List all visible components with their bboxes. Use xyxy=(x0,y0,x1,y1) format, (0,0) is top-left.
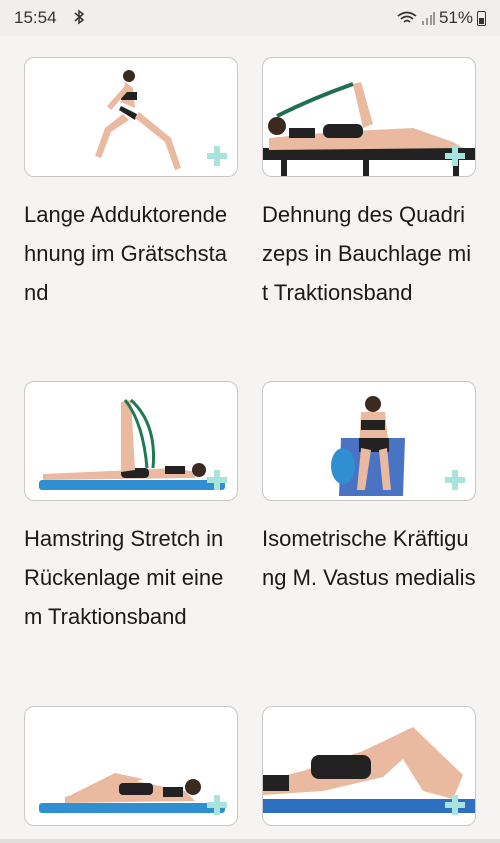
exercise-card[interactable]: Lange Adduktorendehnung im Grätschstand xyxy=(24,57,238,312)
exercise-image xyxy=(263,727,475,813)
exercise-card[interactable]: Isometrische Kräftigung M. Vastus medial… xyxy=(262,381,476,597)
add-icon[interactable] xyxy=(445,470,465,490)
exercise-grid: Lange Adduktorendehnung im Grätschstand … xyxy=(0,36,500,843)
exercise-thumbnail[interactable] xyxy=(24,381,238,501)
exercise-image xyxy=(39,773,225,813)
exercise-thumbnail[interactable] xyxy=(262,57,476,177)
exercise-card[interactable]: Dehnung des Quadrizeps in Bauchlage mit … xyxy=(262,57,476,312)
add-icon[interactable] xyxy=(207,146,227,166)
exercise-thumbnail[interactable] xyxy=(262,381,476,501)
exercise-thumbnail[interactable] xyxy=(262,706,476,826)
bluetooth-icon xyxy=(74,9,85,25)
battery-percent: 51% xyxy=(438,8,473,27)
status-bar: 15:54 51% xyxy=(0,0,500,36)
exercise-card[interactable] xyxy=(24,706,238,843)
add-icon[interactable] xyxy=(445,795,465,815)
add-icon[interactable] xyxy=(445,146,465,166)
wifi-icon xyxy=(397,11,417,23)
exercise-image xyxy=(331,396,405,496)
battery-icon xyxy=(477,10,486,26)
status-time: 15:54 xyxy=(14,8,57,27)
status-right: 51% xyxy=(397,8,486,28)
signal-icon xyxy=(421,12,435,25)
exercise-thumbnail[interactable] xyxy=(24,57,238,177)
exercise-image xyxy=(39,398,225,490)
exercise-image xyxy=(263,82,475,176)
exercise-title: Lange Adduktorendehnung im Grätschstand xyxy=(24,202,228,305)
exercise-title: Dehnung des Quadrizeps in Bauchlage mit … xyxy=(262,202,472,305)
exercise-thumbnail[interactable] xyxy=(24,706,238,826)
exercise-title: Isometrische Kräftigung M. Vastus medial… xyxy=(262,526,476,590)
add-icon[interactable] xyxy=(207,795,227,815)
add-icon[interactable] xyxy=(207,470,227,490)
exercise-title: Hamstring Stretch in Rückenlage mit eine… xyxy=(24,526,224,629)
exercise-card[interactable]: Hamstring Stretch in Rückenlage mit eine… xyxy=(24,381,238,636)
exercise-image xyxy=(95,70,181,170)
bottom-divider xyxy=(0,839,500,843)
exercise-card[interactable] xyxy=(262,706,476,843)
